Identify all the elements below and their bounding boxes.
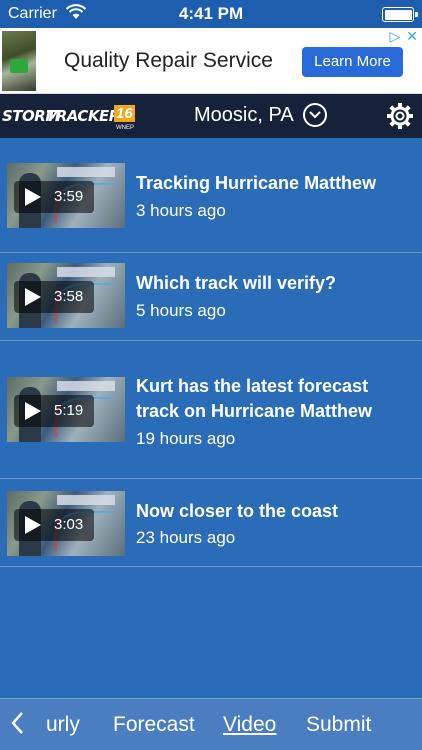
video-duration: 3:58: [54, 288, 84, 305]
video-thumbnail[interactable]: 3:03: [7, 491, 125, 556]
list-item[interactable]: 3:58 Which track will verify? 5 hours ag…: [0, 253, 422, 341]
play-icon: [25, 188, 41, 206]
play-icon: [25, 402, 41, 420]
battery-icon: [382, 7, 418, 22]
ad-close-icon[interactable]: ✕: [406, 28, 418, 45]
chevron-down-icon[interactable]: [303, 103, 327, 127]
play-badge: 3:58: [14, 281, 94, 313]
nav-video[interactable]: Video: [223, 713, 276, 737]
video-thumbnail[interactable]: 5:19: [7, 377, 125, 442]
ad-banner[interactable]: Quality Repair Service Learn More ▷ ✕: [0, 28, 422, 94]
video-duration: 3:03: [54, 516, 84, 533]
play-badge: 3:59: [14, 181, 94, 213]
gear-icon[interactable]: [385, 101, 415, 131]
video-time: 5 hours ago: [136, 301, 226, 320]
play-badge: 5:19: [14, 395, 94, 427]
list-item[interactable]: 3:03 Now closer to the coast 23 hours ag…: [0, 479, 422, 567]
video-time: 19 hours ago: [136, 429, 236, 448]
video-title: Which track will verify?: [136, 273, 337, 293]
nav-hourly[interactable]: urly: [46, 713, 80, 737]
play-icon: [25, 516, 41, 534]
status-time: 4:41 PM: [178, 4, 244, 23]
video-thumbnail[interactable]: 3:58: [7, 263, 125, 328]
ad-text: Quality Repair Service: [64, 49, 273, 72]
ad-image: [2, 31, 36, 91]
list-item[interactable]: 3:59 Tracking Hurricane Matthew 3 hours …: [0, 138, 422, 253]
video-duration: 5:19: [54, 402, 84, 419]
video-time: 3 hours ago: [136, 201, 226, 220]
list-item[interactable]: 5:19 Kurt has the latest forecast track …: [0, 341, 422, 479]
location-selector[interactable]: Moosic, PA: [194, 104, 294, 127]
status-bar: Carrier 4:41 PM: [0, 0, 422, 28]
bottom-nav: urly Forecast Video Submit: [0, 698, 422, 750]
stormtracker-logo: STORM TRACKER 16 WNEP: [2, 105, 135, 131]
video-list: 3:59 Tracking Hurricane Matthew 3 hours …: [0, 138, 422, 567]
video-title: Kurt has the latest forecast track on Hu…: [136, 376, 373, 421]
app-header: STORM TRACKER 16 WNEP Moosic, PA: [0, 94, 422, 138]
video-thumbnail[interactable]: 3:59: [7, 163, 125, 228]
ad-choices[interactable]: ▷ ✕: [383, 28, 418, 45]
play-badge: 3:03: [14, 509, 94, 541]
nav-forecast[interactable]: Forecast: [113, 713, 195, 737]
video-time: 23 hours ago: [136, 528, 236, 547]
ad-choices-icon[interactable]: ▷: [389, 28, 400, 45]
video-duration: 3:59: [54, 188, 84, 205]
play-icon: [25, 288, 41, 306]
video-title: Tracking Hurricane Matthew: [136, 173, 377, 193]
ad-learn-more-button[interactable]: Learn More: [302, 47, 403, 77]
chevron-left-icon[interactable]: [10, 711, 24, 740]
nav-submit[interactable]: Submit: [306, 713, 371, 737]
video-title: Now closer to the coast: [136, 501, 339, 521]
